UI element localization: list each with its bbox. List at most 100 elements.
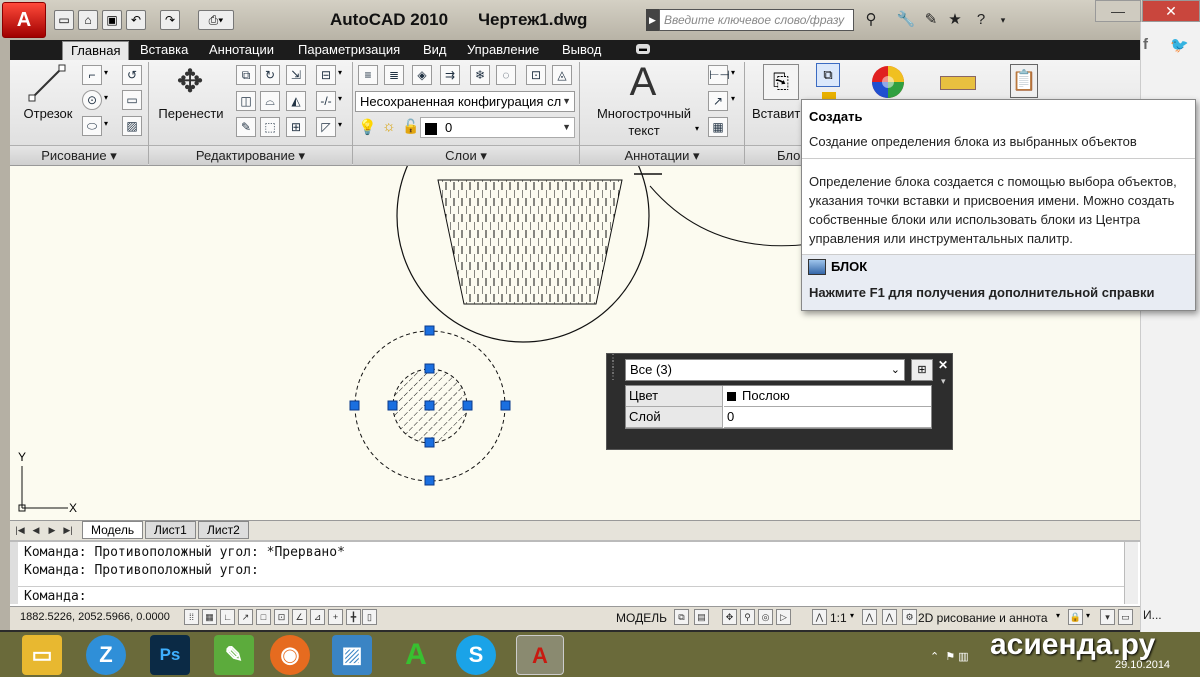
auto-scale-icon[interactable]: ⋀: [882, 609, 897, 625]
layer-freeze-icon[interactable]: ❄: [470, 65, 490, 85]
print-icon[interactable]: ⎙▾: [198, 10, 234, 30]
status-bar-menu-icon[interactable]: ▾: [1100, 609, 1115, 625]
coordinates-readout[interactable]: 1882.5226, 2052.5966, 0.0000: [20, 611, 170, 623]
polyline-dropdown-icon[interactable]: ▾: [104, 68, 108, 77]
insert-block-icon[interactable]: ⎘: [763, 64, 799, 100]
move-icon[interactable]: ✥: [172, 62, 208, 100]
layer-state-icon[interactable]: ≣: [384, 65, 404, 85]
ellipse-icon[interactable]: ⬭: [82, 116, 102, 136]
notepad-icon[interactable]: ✎: [214, 635, 254, 675]
quick-properties-icon[interactable]: ▯: [362, 609, 377, 625]
layer-match-icon[interactable]: ⇉: [440, 65, 460, 85]
prev-layout-icon[interactable]: ◀: [30, 523, 42, 537]
object-snap-tracking-icon[interactable]: ∠: [292, 609, 307, 625]
property-value-layer[interactable]: 0: [724, 407, 931, 428]
annotation-panel-title[interactable]: Аннотации ▾: [580, 145, 744, 165]
clean-screen-icon[interactable]: ▭: [1118, 609, 1133, 625]
scale-icon[interactable]: ⬚: [260, 117, 280, 137]
workspace-dropdown-icon[interactable]: ▾: [1056, 611, 1060, 620]
layer-properties-icon[interactable]: ≡: [358, 65, 378, 85]
ellipse-dropdown-icon[interactable]: ▾: [104, 119, 108, 128]
stretch-icon[interactable]: ⇲: [286, 65, 306, 85]
insert-block-label[interactable]: Вставит: [752, 106, 802, 121]
quick-select-icon[interactable]: ⊞: [911, 359, 933, 381]
open-icon[interactable]: ⌂: [78, 10, 98, 30]
layer-state-select[interactable]: Несохраненная конфигурация сл ▼: [355, 91, 575, 112]
layer-lock-icon[interactable]: ⊡: [526, 65, 546, 85]
circle-dropdown-icon[interactable]: ▾: [104, 93, 108, 102]
multiline-text-icon[interactable]: A: [624, 60, 662, 105]
array-icon[interactable]: ⊞: [286, 117, 306, 137]
tray-expand-icon[interactable]: ⌃: [930, 651, 939, 663]
lineweight-icon[interactable]: ╋: [346, 609, 361, 625]
annotation-scale-value[interactable]: 1:1: [830, 611, 847, 625]
3d-object-snap-icon[interactable]: ⊡: [274, 609, 289, 625]
lock-dropdown-icon[interactable]: ▾: [1086, 611, 1090, 620]
grid-display-icon[interactable]: ▦: [202, 609, 217, 625]
trim-dropdown-icon[interactable]: ▾: [338, 68, 342, 77]
property-value-color[interactable]: Послою: [724, 386, 931, 407]
polyline-icon[interactable]: ⌐: [82, 65, 102, 85]
redo-icon[interactable]: ↷: [160, 10, 180, 30]
trim-icon[interactable]: ⊟: [316, 65, 336, 85]
line-tool-icon[interactable]: [28, 64, 66, 104]
taskbar-date[interactable]: 29.10.2014: [1115, 659, 1170, 671]
binoculars-icon[interactable]: ⚲: [860, 9, 882, 31]
chamfer-dropdown-icon[interactable]: ▾: [338, 120, 342, 129]
line-tool-label[interactable]: Отрезок: [18, 106, 78, 121]
tab-annotate[interactable]: Аннотации: [201, 41, 282, 60]
rectangle-icon[interactable]: ▭: [122, 90, 142, 110]
network-icon[interactable]: ▥: [958, 651, 968, 663]
tab-home[interactable]: Главная: [62, 41, 130, 60]
color-wheel-icon[interactable]: [870, 64, 906, 100]
arc-polyline-icon[interactable]: ↺: [122, 65, 142, 85]
clipboard-paste-icon[interactable]: 📋: [1010, 64, 1038, 98]
copy-icon[interactable]: ⧉: [236, 65, 256, 85]
current-layer-select[interactable]: 0 ▼: [420, 117, 575, 138]
mtext-label-line1[interactable]: Многострочный: [586, 106, 702, 121]
communication-icon[interactable]: ✎: [920, 9, 942, 31]
pan-icon[interactable]: ✥: [722, 609, 737, 625]
annotation-visibility-icon[interactable]: ⋀: [862, 609, 877, 625]
layout-tab-sheet1[interactable]: Лист1: [145, 521, 196, 539]
first-layout-icon[interactable]: |◀: [14, 523, 26, 537]
layer-thaw-sun-icon[interactable]: ☼: [382, 118, 396, 135]
layout-tab-model[interactable]: Модель: [82, 521, 144, 539]
measure-ruler-icon[interactable]: [940, 76, 976, 90]
palette-grip-handle[interactable]: ⋮ ⋮ ⋮ ⋮: [608, 354, 622, 416]
autocad-green-icon[interactable]: A: [396, 635, 436, 675]
hatch-icon[interactable]: ▨: [122, 116, 142, 136]
last-layout-icon[interactable]: ▶|: [62, 523, 74, 537]
firefox-icon[interactable]: ◉: [270, 635, 310, 675]
showmotion-icon[interactable]: ▷: [776, 609, 791, 625]
linear-dimension-icon[interactable]: ⊢⊣: [708, 65, 730, 85]
dimension-dropdown-icon[interactable]: ▾: [731, 68, 735, 77]
block-panel-title[interactable]: Бло: [745, 145, 805, 165]
save-icon[interactable]: ▣: [102, 10, 122, 30]
favorites-star-icon[interactable]: ★: [944, 9, 966, 31]
file-explorer-icon[interactable]: ▭: [22, 635, 62, 675]
move-tool-label[interactable]: Перенести: [154, 106, 228, 121]
minimize-button[interactable]: —: [1095, 0, 1141, 22]
command-window-grip[interactable]: [10, 542, 18, 604]
skype-icon[interactable]: S: [456, 635, 496, 675]
search-expand-icon[interactable]: ▶: [646, 9, 659, 31]
palette-close-icon[interactable]: ✕: [938, 358, 948, 372]
facebook-icon[interactable]: f: [1143, 36, 1163, 56]
fillet-icon[interactable]: ⌓: [260, 91, 280, 111]
layer-off-icon[interactable]: ◌: [496, 65, 516, 85]
space-mode-label[interactable]: МОДЕЛЬ: [616, 611, 667, 625]
application-menu-button[interactable]: A: [2, 2, 46, 38]
chamfer-icon[interactable]: ◸: [316, 117, 336, 137]
ribbon-minimize-icon[interactable]: ▬: [636, 44, 650, 54]
next-layout-icon[interactable]: ▶: [46, 523, 58, 537]
flag-icon[interactable]: ⚑: [945, 651, 955, 663]
object-snap-icon[interactable]: □: [256, 609, 271, 625]
close-window-button[interactable]: ✕: [1142, 0, 1200, 22]
workspace-switch-icon[interactable]: ⚙: [902, 609, 917, 625]
snap-mode-icon[interactable]: ⁞⁞: [184, 609, 199, 625]
create-block-icon[interactable]: ⧉: [816, 63, 840, 87]
layer-iso-icon[interactable]: ◈: [412, 65, 432, 85]
workspace-select[interactable]: 2D рисование и аннота: [918, 611, 1048, 625]
erase-icon[interactable]: ✎: [236, 117, 256, 137]
